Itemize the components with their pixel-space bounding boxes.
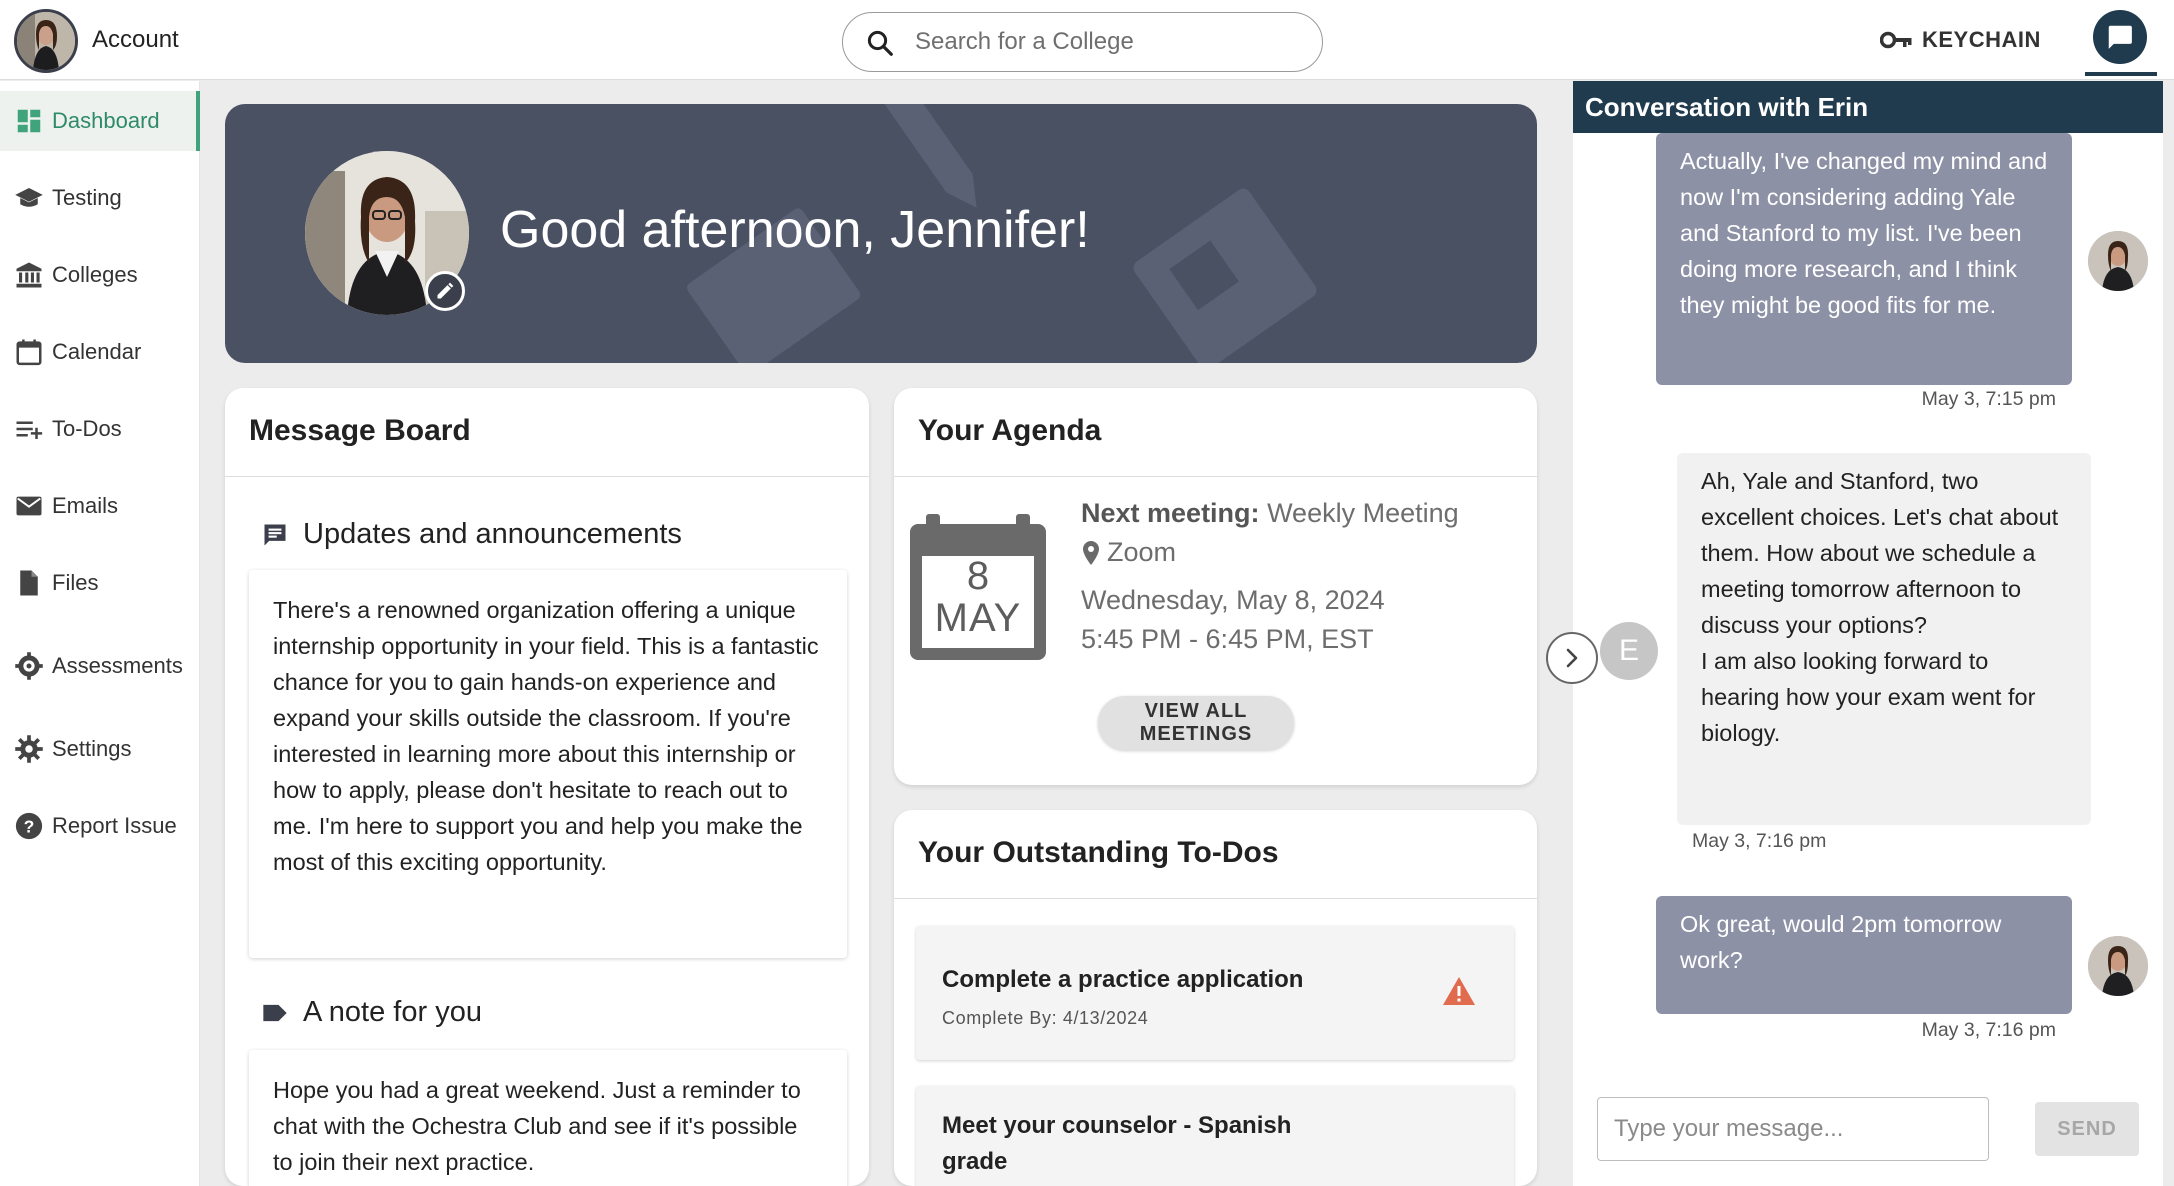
sidebar-item-label: Dashboard	[52, 108, 160, 133]
search-icon	[867, 30, 893, 56]
sidebar-item-label: Testing	[52, 185, 122, 210]
chat-message-sent: Ok great, would 2pm tomorrow work?	[1656, 896, 2072, 1014]
sidebar-item-settings[interactable]: Settings	[0, 719, 200, 779]
sidebar-item-label: Assessments	[52, 653, 183, 678]
help-circle-icon: ?	[15, 812, 43, 840]
chat-tab-indicator	[2085, 72, 2157, 76]
meeting-date: Wednesday, May 8, 2024	[1081, 585, 1385, 615]
institution-icon	[16, 262, 42, 288]
sidebar-item-label: Settings	[52, 736, 132, 761]
updates-heading: Updates and announcements	[261, 518, 682, 551]
message-timestamp: May 3, 7:16 pm	[1921, 1019, 2056, 1041]
meeting-time: 5:45 PM - 6:45 PM, EST	[1081, 624, 1374, 654]
user-avatar	[2088, 231, 2148, 291]
message-board-title: Message Board	[249, 414, 471, 447]
sidebar-item-report-issue[interactable]: ? Report Issue	[0, 796, 200, 856]
location-pin-icon	[1083, 540, 1099, 565]
next-meeting-label: Next meeting:	[1081, 498, 1260, 528]
calendar-icon	[16, 339, 42, 366]
sidebar-item-label: Calendar	[52, 339, 142, 364]
playlist-add-icon	[16, 421, 43, 439]
divider	[225, 476, 869, 477]
send-button[interactable]: SEND	[2035, 1102, 2139, 1156]
chat-icon	[2108, 25, 2132, 49]
college-search[interactable]	[842, 12, 1323, 72]
keychain-label: KEYCHAIN	[1922, 27, 2041, 52]
message-timestamp: May 3, 7:16 pm	[1692, 830, 1827, 852]
chat-message-input[interactable]	[1597, 1097, 1989, 1161]
chat-panel: Conversation with Erin Actually, I've ch…	[1573, 81, 2163, 1186]
account-label[interactable]: Account	[92, 26, 179, 54]
sidebar-item-calendar[interactable]: Calendar	[0, 322, 200, 382]
sidebar: Dashboard Testing Colleges Calendar To-D…	[0, 81, 200, 1186]
announcement-message: There's a renowned organization offering…	[249, 570, 847, 958]
section-heading-text: A note for you	[303, 996, 482, 1028]
account-avatar[interactable]	[14, 9, 78, 73]
todo-item[interactable]: Meet your counselor - Spanish grade	[916, 1086, 1514, 1186]
todos-card: Your Outstanding To-Dos Complete a pract…	[894, 810, 1537, 1186]
sidebar-item-label: Files	[52, 570, 99, 595]
warning-icon	[1443, 977, 1475, 1005]
divider	[894, 898, 1537, 899]
view-all-meetings-button[interactable]: VIEW ALL MEETINGS	[1098, 696, 1294, 750]
agenda-title: Your Agenda	[918, 414, 1102, 447]
label-icon	[263, 1004, 287, 1021]
calendar-day: 8	[966, 554, 990, 598]
gear-icon	[15, 735, 43, 763]
todo-item[interactable]: Complete a practice application Complete…	[916, 926, 1514, 1060]
keychain-button[interactable]: KEYCHAIN	[1880, 22, 2041, 58]
note-message: Hope you had a great weekend. Just a rem…	[249, 1050, 847, 1186]
top-bar: Account KEYCHAIN	[0, 0, 2174, 80]
sidebar-item-assessments[interactable]: Assessments	[0, 636, 200, 696]
file-icon	[20, 570, 38, 596]
message-timestamp: May 3, 7:15 pm	[1921, 388, 2056, 410]
graduation-cap-icon	[15, 188, 43, 207]
sidebar-item-emails[interactable]: Emails	[0, 476, 200, 536]
todo-due-date: Complete By: 4/13/2024	[942, 1008, 1149, 1028]
chevron-right-icon	[1566, 648, 1578, 668]
collapse-chat-button[interactable]	[1546, 632, 1598, 684]
greeting-text: Good afternoon, Jennifer!	[500, 201, 1090, 259]
key-icon	[1880, 31, 1912, 49]
note-heading: A note for you	[261, 996, 482, 1029]
chat-header: Conversation with Erin	[1573, 81, 2163, 133]
sidebar-item-files[interactable]: Files	[0, 553, 200, 613]
message-board-card: Message Board Updates and announcements …	[225, 388, 869, 1186]
dashboard-icon	[17, 109, 41, 133]
search-input[interactable]	[915, 23, 1295, 61]
section-heading-text: Updates and announcements	[303, 518, 682, 550]
meeting-location: Zoom	[1081, 537, 1176, 568]
assessment-gear-icon	[15, 652, 43, 680]
meeting-location-text: Zoom	[1107, 537, 1177, 567]
pencil-icon	[437, 282, 454, 299]
sidebar-item-testing[interactable]: Testing	[0, 168, 200, 228]
sidebar-item-colleges[interactable]: Colleges	[0, 245, 200, 305]
divider	[894, 476, 1537, 477]
announcement-icon	[264, 524, 286, 545]
sidebar-item-label: Colleges	[52, 262, 138, 287]
chat-toggle-button[interactable]	[2093, 10, 2147, 64]
sidebar-item-dashboard[interactable]: Dashboard	[0, 91, 200, 151]
next-meeting-name: Weekly Meeting	[1267, 498, 1459, 528]
calendar-month: MAY	[934, 596, 1022, 640]
sidebar-item-label: Report Issue	[52, 813, 177, 838]
chat-message-sent: Actually, I've changed my mind and now I…	[1656, 133, 2072, 385]
svg-text:?: ?	[24, 816, 35, 836]
mail-icon	[16, 496, 42, 516]
chat-message-received: Ah, Yale and Stanford, two excellent cho…	[1677, 453, 2091, 825]
counselor-avatar: E	[1600, 622, 1658, 680]
sidebar-item-label: Emails	[52, 493, 119, 518]
next-meeting: Next meeting: Weekly Meeting	[1081, 498, 1459, 529]
welcome-banner: Good afternoon, Jennifer!	[225, 104, 1537, 363]
agenda-card: Your Agenda 8 MAY Next meeting: Weekly M…	[894, 388, 1537, 785]
sidebar-item-todos[interactable]: To-Dos	[0, 399, 200, 459]
user-avatar	[2088, 936, 2148, 996]
todos-title: Your Outstanding To-Dos	[918, 836, 1279, 869]
todo-title: Meet your counselor - Spanish grade	[942, 1112, 1292, 1175]
todo-title: Complete a practice application	[942, 966, 1304, 993]
edit-photo-button[interactable]	[425, 271, 465, 311]
sidebar-item-label: To-Dos	[52, 416, 122, 441]
